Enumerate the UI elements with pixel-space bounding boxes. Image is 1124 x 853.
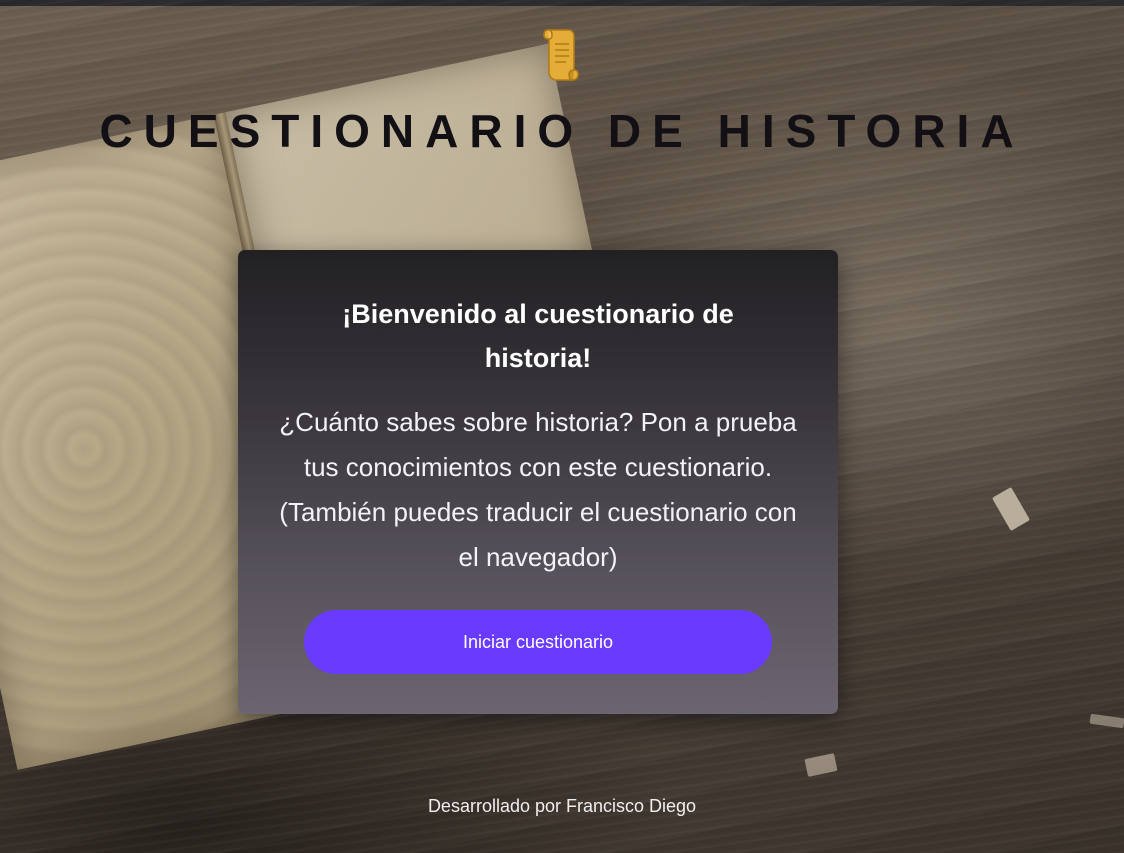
welcome-heading: ¡Bienvenido al cuestionario de historia! bbox=[342, 299, 734, 373]
welcome-description: ¿Cuánto sabes sobre historia? Pon a prue… bbox=[279, 407, 797, 572]
page-title: CUESTIONARIO DE HISTORIA bbox=[99, 105, 1025, 157]
scroll-icon bbox=[542, 26, 582, 84]
footer-credit: Desarrollado por Francisco Diego bbox=[427, 796, 697, 816]
welcome-card: ¡Bienvenido al cuestionario de historia!… bbox=[238, 250, 838, 714]
page-header bbox=[0, 26, 1124, 89]
start-quiz-button[interactable]: Iniciar cuestionario bbox=[304, 610, 772, 674]
